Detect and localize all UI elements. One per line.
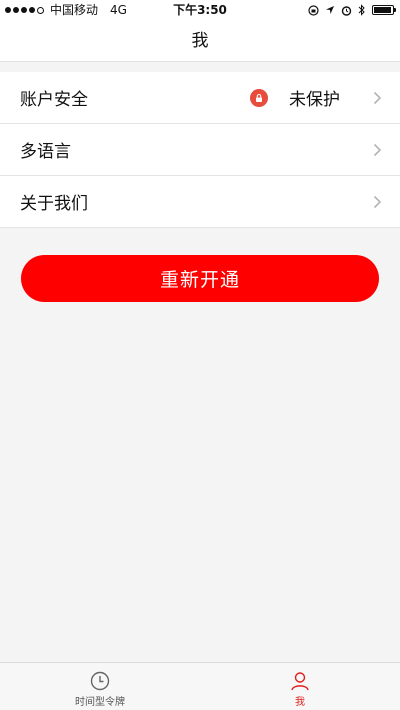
- clock-icon: [90, 671, 110, 691]
- bluetooth-icon: [358, 4, 365, 16]
- page-title: 我: [191, 31, 209, 51]
- chevron-right-icon: [372, 142, 382, 158]
- orientation-lock-icon: [308, 4, 319, 16]
- nav-bar: 我: [0, 20, 400, 62]
- tab-me[interactable]: 我: [240, 663, 360, 710]
- security-status-value: 未保护: [289, 90, 340, 110]
- tab-time-token[interactable]: 时间型令牌: [40, 663, 160, 710]
- chevron-right-icon: [372, 194, 382, 210]
- alarm-icon: [341, 5, 352, 16]
- settings-item-about[interactable]: 关于我们: [0, 176, 400, 228]
- settings-item-account-security[interactable]: 账户安全 未保护: [0, 72, 400, 124]
- settings-item-label: 关于我们: [20, 194, 88, 214]
- lock-icon: [250, 88, 268, 107]
- battery-icon: [372, 5, 396, 15]
- screen: 中国移动 4G 下午3:50 我 账户安全 未保护 多语言 关于我们 重新开通 …: [0, 0, 400, 710]
- tab-bar: 时间型令牌 我: [0, 662, 400, 710]
- reopen-button[interactable]: 重新开通: [21, 255, 379, 302]
- settings-list: 账户安全 未保护 多语言 关于我们: [0, 72, 400, 228]
- tab-label: 时间型令牌: [75, 697, 125, 708]
- tab-label: 我: [295, 697, 305, 708]
- status-right: [308, 0, 396, 20]
- settings-item-language[interactable]: 多语言: [0, 124, 400, 176]
- settings-item-label: 账户安全: [20, 90, 88, 110]
- chevron-right-icon: [372, 90, 382, 106]
- settings-item-label: 多语言: [20, 142, 71, 162]
- person-icon: [291, 672, 309, 691]
- status-bar: 中国移动 4G 下午3:50: [0, 0, 400, 20]
- location-icon: [326, 6, 334, 14]
